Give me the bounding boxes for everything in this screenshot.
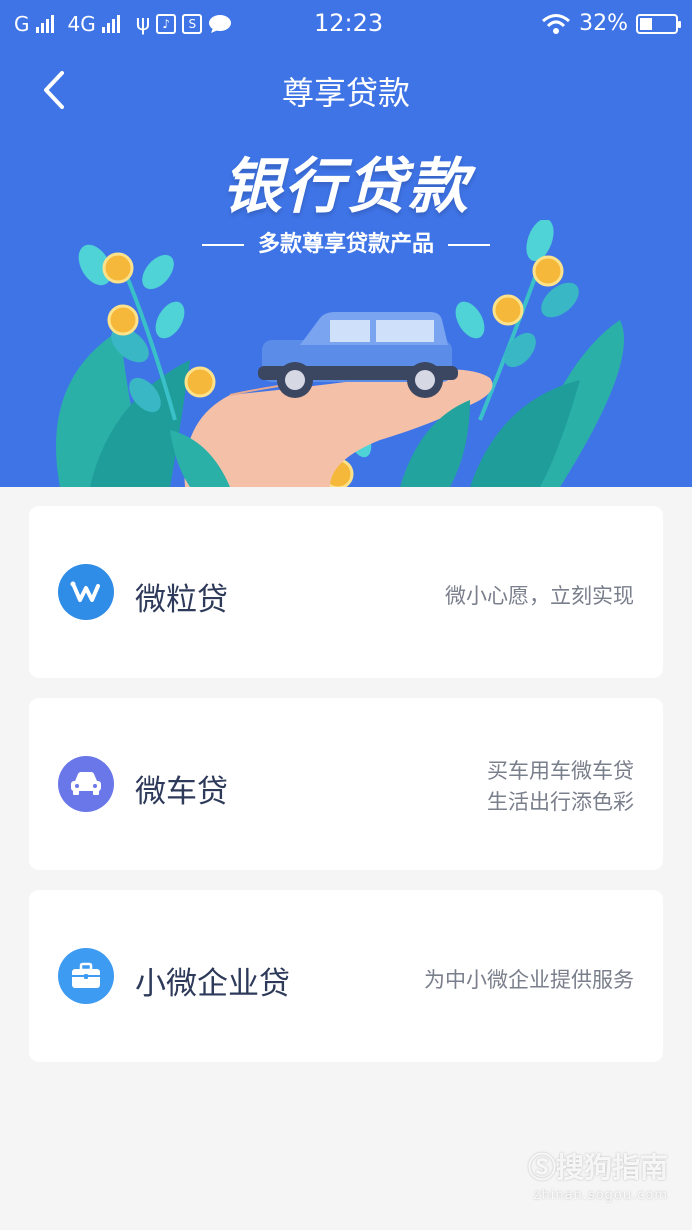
product-name: 小微企业贷 xyxy=(135,966,290,1002)
sim-icon: S xyxy=(182,13,203,34)
page-title: 尊享贷款 xyxy=(281,74,410,112)
wifi-icon xyxy=(542,13,571,34)
notification-icon: ♪ xyxy=(156,13,177,34)
signal-1-icon xyxy=(35,14,54,33)
carrier-2-label: 4G xyxy=(67,11,96,36)
hero-title: 银行贷款 xyxy=(222,152,470,222)
product-name: 微车贷 xyxy=(135,774,228,810)
product-description: 买车用车微车贷 生活出行添色彩 xyxy=(487,756,634,818)
status-bar: G 4G ψ ♪ S 12:23 32% xyxy=(0,0,692,48)
battery-icon xyxy=(636,13,681,34)
header-banner: G 4G ψ ♪ S 12:23 32% 尊享贷款 银行贷款 多款尊享贷款产品 xyxy=(0,0,692,487)
briefcase-icon xyxy=(58,948,114,1004)
usb-icon: ψ xyxy=(135,11,151,36)
briefcase-glyph-icon xyxy=(72,962,100,988)
battery-percent: 32% xyxy=(579,11,628,36)
chat-icon xyxy=(209,14,232,33)
carrier-1-label: G xyxy=(14,11,30,36)
description-line: 生活出行添色彩 xyxy=(487,790,634,814)
product-card-weichedai[interactable]: 微车贷 买车用车微车贷 生活出行添色彩 xyxy=(29,698,663,870)
w-letter-icon xyxy=(70,581,100,602)
car-icon xyxy=(58,756,114,812)
status-left: G 4G ψ ♪ S xyxy=(14,11,232,36)
watermark-logo-icon: Ⓢ xyxy=(527,1151,556,1184)
watermark-url: zhinan.sogou.com xyxy=(533,1188,668,1203)
product-card-xiaowei-qiye[interactable]: 小微企业贷 为中小微企业提供服务 xyxy=(29,890,663,1062)
status-time: 12:23 xyxy=(314,9,384,37)
description-line: 为中小微企业提供服务 xyxy=(424,968,634,992)
description-line: 买车用车微车贷 xyxy=(487,759,634,783)
watermark: Ⓢ搜狗指南 zhinan.sogou.com xyxy=(528,1146,668,1203)
product-card-weilidai[interactable]: 微粒贷 微小心愿，立刻实现 xyxy=(29,506,663,678)
w-logo-icon xyxy=(58,564,114,620)
product-description: 微小心愿，立刻实现 xyxy=(445,581,634,612)
signal-2-icon xyxy=(101,14,120,33)
car-glyph-icon xyxy=(71,772,101,795)
banner-illustration xyxy=(56,220,624,487)
product-name: 微粒贷 xyxy=(135,582,228,618)
watermark-text: 搜狗指南 xyxy=(555,1151,668,1184)
status-right: 32% xyxy=(541,11,681,36)
product-description: 为中小微企业提供服务 xyxy=(424,965,634,996)
description-line: 微小心愿，立刻实现 xyxy=(445,584,634,608)
